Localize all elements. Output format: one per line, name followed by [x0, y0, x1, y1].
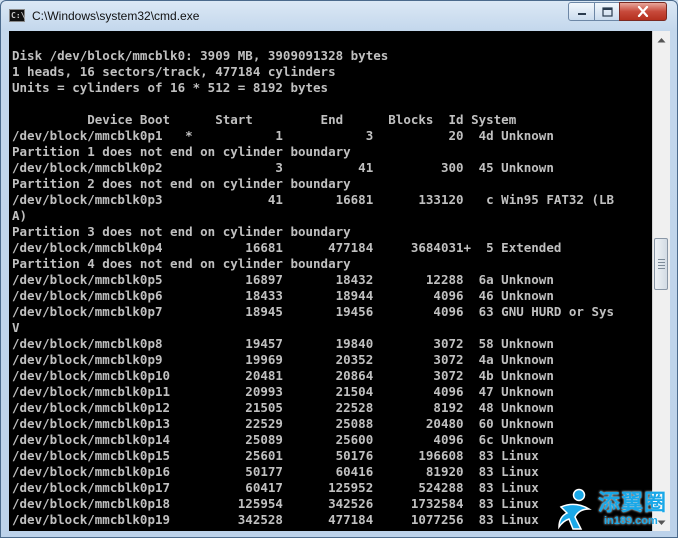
- scroll-up-button[interactable]: [653, 31, 670, 48]
- console-line: /dev/block/mmcblk0p4 16681 477184 368403…: [12, 240, 562, 255]
- console-line: /dev/block/mmcblk0p16 50177 60416 81920 …: [12, 464, 539, 479]
- window-title: C:\Windows\system32\cmd.exe: [32, 9, 200, 23]
- console-line: /dev/block/mmcblk0p15 25601 50176 196608…: [12, 448, 539, 463]
- console-line: /dev/block/mmcblk0p11 20993 21504 4096 4…: [12, 384, 554, 399]
- console-line: /dev/block/mmcblk0p5 16897 18432 12288 6…: [12, 272, 554, 287]
- console-line: Device Boot Start End Blocks Id System: [12, 112, 517, 127]
- console-output[interactable]: Disk /dev/block/mmcblk0: 3909 MB, 390909…: [9, 31, 652, 531]
- console-line: Units = cylinders of 16 * 512 = 8192 byt…: [12, 80, 329, 95]
- console-line: /dev/block/mmcblk0p19 342528 477184 1077…: [12, 512, 539, 527]
- minimize-button[interactable]: [568, 2, 595, 21]
- thumb-grip-line: [658, 262, 665, 263]
- cmd-window: C:\ C:\Windows\system32\cmd.exe Disk /de…: [0, 0, 678, 538]
- cmd-app-icon[interactable]: C:\: [9, 9, 25, 22]
- console-line: /dev/block/mmcblk0p18 125954 342526 1732…: [12, 496, 539, 511]
- watermark-text: 添翼圈: [598, 490, 668, 515]
- console-line: /dev/block/mmcblk0p12 21505 22528 8192 4…: [12, 400, 554, 415]
- thumb-grip-line: [658, 265, 665, 266]
- thumb-grip-line: [658, 268, 665, 269]
- watermark: 添翼圈 in189.com: [553, 485, 675, 533]
- console-line: /dev/block/mmcblk0p14 25089 25600 4096 6…: [12, 432, 554, 447]
- console-line: Partition 2 does not end on cylinder bou…: [12, 176, 351, 191]
- console-line: A): [12, 208, 28, 223]
- console-line: /dev/block/mmcblk0p17 60417 125952 52428…: [12, 480, 539, 495]
- console-line: Partition 4 does not end on cylinder bou…: [12, 256, 351, 271]
- console-line: V: [12, 320, 20, 335]
- console-line: Disk /dev/block/mmcblk0: 3909 MB, 390909…: [12, 48, 389, 63]
- console-line: 1 heads, 16 sectors/track, 477184 cylind…: [12, 64, 336, 79]
- console-line: /dev/block/mmcblk0p9 19969 20352 3072 4a…: [12, 352, 554, 367]
- maximize-icon: [601, 6, 613, 17]
- close-button[interactable]: [619, 2, 667, 21]
- minimize-icon: [577, 12, 586, 15]
- console-line: /dev/block/mmcblk0p13 22529 25088 20480 …: [12, 416, 554, 431]
- vertical-scrollbar[interactable]: [652, 31, 670, 531]
- watermark-logo-icon: [558, 488, 592, 530]
- watermark-url: in189.com: [604, 515, 658, 527]
- thumb-grip-line: [658, 259, 665, 260]
- console-line: /dev/block/mmcblk0p6 18433 18944 4096 46…: [12, 288, 554, 303]
- console-line: /dev/block/mmcblk0p8 19457 19840 3072 58…: [12, 336, 554, 351]
- arrow-up-icon: [657, 37, 666, 42]
- console-line: /dev/block/mmcblk0p3 41 16681 133120 c W…: [12, 192, 615, 207]
- close-icon: [637, 6, 649, 17]
- console-line: /dev/block/mmcblk0p10 20481 20864 3072 4…: [12, 368, 554, 383]
- console-line: /dev/block/mmcblk0p7 18945 19456 4096 63…: [12, 304, 615, 319]
- console-line: Partition 1 does not end on cylinder bou…: [12, 144, 351, 159]
- console-line: Partition 3 does not end on cylinder bou…: [12, 224, 351, 239]
- console-text: Disk /dev/block/mmcblk0: 3909 MB, 390909…: [12, 48, 614, 528]
- maximize-button[interactable]: [594, 2, 620, 21]
- scrollbar-thumb[interactable]: [654, 238, 668, 290]
- title-bar[interactable]: C:\ C:\Windows\system32\cmd.exe: [1, 1, 677, 31]
- console-line: /dev/block/mmcblk0p2 3 41 300 45 Unknown: [12, 160, 554, 175]
- console-line: /dev/block/mmcblk0p1 * 1 3 20 4d Unknown: [12, 128, 554, 143]
